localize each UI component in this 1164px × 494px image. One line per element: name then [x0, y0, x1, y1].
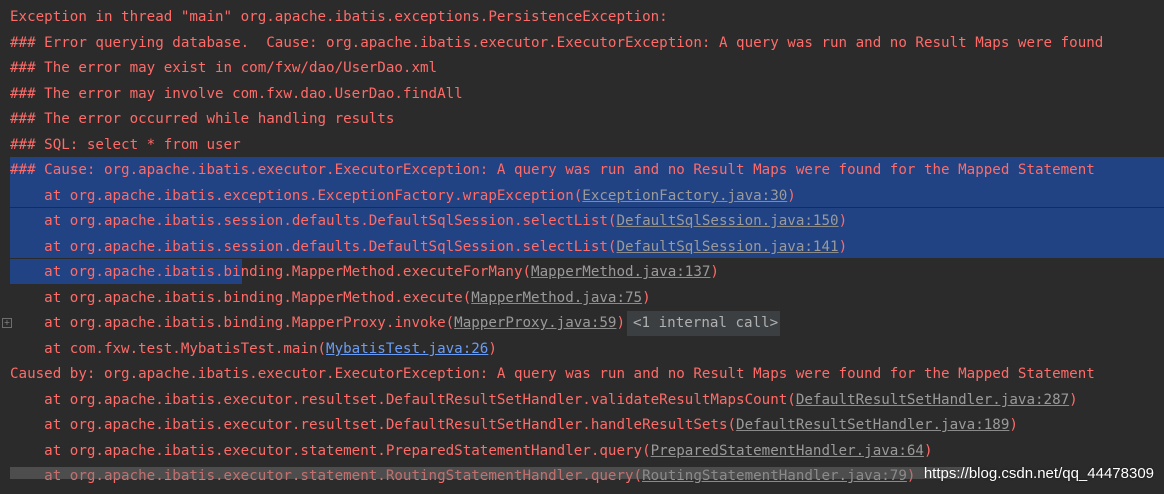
stack-frame-method: at org.apache.ibatis.session.defaults.De…: [10, 213, 617, 229]
source-link[interactable]: MybatisTest.java:26: [326, 341, 488, 357]
console-text: ### The error may exist in com/fxw/dao/U…: [10, 60, 438, 76]
stack-frame-close: ): [838, 239, 848, 255]
console-line[interactable]: ### The error occurred while handling re…: [10, 107, 394, 132]
stack-frame-close: ): [838, 213, 848, 229]
stack-frame-method: at org.apache.ibatis.exceptions.Exceptio…: [10, 188, 583, 204]
stack-frame-close: ): [616, 315, 626, 331]
stack-frame[interactable]: at org.apache.ibatis.executor.resultset.…: [10, 413, 1018, 438]
stack-frame-method: at org.apache.ibatis.binding.MapperMetho…: [10, 264, 532, 280]
internal-calls-fold[interactable]: <1 internal call>: [627, 311, 781, 336]
console-text: ### SQL: select * from user: [10, 137, 241, 153]
stack-frame[interactable]: at org.apache.ibatis.exceptions.Exceptio…: [10, 184, 796, 209]
watermark: https://blog.csdn.net/qq_44478309: [923, 465, 1154, 482]
stack-frame-method: at org.apache.ibatis.executor.resultset.…: [10, 417, 737, 433]
stack-frame-close: ): [488, 341, 497, 357]
console-line[interactable]: ### The error may involve com.fxw.dao.Us…: [10, 82, 463, 107]
console-text: ### The error occurred while handling re…: [10, 111, 395, 127]
console-line[interactable]: Exception in thread "main" org.apache.ib…: [10, 5, 676, 30]
stack-frame-method: at org.apache.ibatis.executor.statement.…: [10, 443, 651, 459]
source-link[interactable]: MapperMethod.java:137: [531, 264, 710, 280]
console-text: ### Cause: org.apache.ibatis.executor.Ex…: [10, 162, 1095, 178]
stack-frame[interactable]: at com.fxw.test.MybatisTest.main(Mybatis…: [10, 337, 497, 362]
stack-frame[interactable]: at org.apache.ibatis.binding.MapperMetho…: [10, 286, 651, 311]
stack-frame-close: ): [923, 443, 933, 459]
stack-frame-method: at org.apache.ibatis.session.defaults.De…: [10, 239, 617, 255]
console-line[interactable]: ### Error querying database. Cause: org.…: [10, 31, 1103, 56]
console-text: ### The error may involve com.fxw.dao.Us…: [10, 86, 463, 102]
stack-frame-method: at com.fxw.test.MybatisTest.main(: [10, 341, 327, 357]
source-link[interactable]: PreparedStatementHandler.java:64: [651, 443, 924, 459]
stack-frame-close: ): [1009, 417, 1018, 433]
console-text: Exception in thread "main" org.apache.ib…: [10, 9, 677, 25]
stack-frame-method: at org.apache.ibatis.executor.resultset.…: [10, 392, 796, 408]
console-text: ### Error querying database. Cause: org.…: [10, 35, 1104, 51]
stack-frame[interactable]: at org.apache.ibatis.executor.statement.…: [10, 439, 933, 464]
source-link[interactable]: DefaultResultSetHandler.java:287: [796, 392, 1069, 408]
console-output[interactable]: Exception in thread "main" org.apache.ib…: [0, 0, 1164, 494]
stack-frame[interactable]: at org.apache.ibatis.session.defaults.De…: [10, 209, 847, 234]
console-text: Caused by: org.apache.ibatis.executor.Ex…: [10, 366, 1095, 382]
source-link[interactable]: MapperProxy.java:59: [454, 315, 616, 331]
stack-frame-method: at org.apache.ibatis.binding.MapperMetho…: [10, 290, 472, 306]
horizontal-scrollbar[interactable]: [10, 467, 970, 479]
source-link[interactable]: DefaultResultSetHandler.java:189: [736, 417, 1009, 433]
console-line[interactable]: ### Cause: org.apache.ibatis.executor.Ex…: [10, 158, 1095, 183]
stack-frame-close: ): [1069, 392, 1078, 408]
stack-frame-close: ): [710, 264, 719, 280]
source-link[interactable]: DefaultSqlSession.java:150: [616, 213, 838, 229]
stack-frame[interactable]: at org.apache.ibatis.binding.MapperMetho…: [10, 260, 719, 285]
stack-frame[interactable]: at org.apache.ibatis.executor.resultset.…: [10, 388, 1078, 413]
source-link[interactable]: DefaultSqlSession.java:141: [616, 239, 838, 255]
console-line[interactable]: Caused by: org.apache.ibatis.executor.Ex…: [10, 362, 1095, 387]
stack-frame-close: ): [642, 290, 651, 306]
console-line[interactable]: ### The error may exist in com/fxw/dao/U…: [10, 56, 437, 81]
source-link[interactable]: MapperMethod.java:75: [471, 290, 642, 306]
stack-frame[interactable]: at org.apache.ibatis.binding.MapperProxy…: [10, 311, 781, 336]
stack-frame-method: at org.apache.ibatis.binding.MapperProxy…: [10, 315, 455, 331]
source-link[interactable]: ExceptionFactory.java:30: [582, 188, 787, 204]
stack-frame-close: ): [787, 188, 796, 204]
stack-frame[interactable]: at org.apache.ibatis.session.defaults.De…: [10, 235, 847, 260]
console-line[interactable]: ### SQL: select * from user: [10, 133, 241, 158]
